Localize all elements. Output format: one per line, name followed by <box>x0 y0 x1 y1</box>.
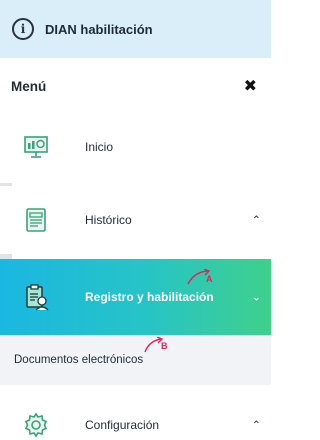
top-bar: i DIAN habilitación <box>0 0 271 58</box>
nav-item-configuracion[interactable]: Configuración ⌃ <box>0 397 271 440</box>
nav-item-label: Configuración <box>85 418 160 432</box>
menu-header: Menú ✖ <box>0 58 271 115</box>
chevron-down-icon: ⌄ <box>251 291 261 304</box>
dashboard-monitor-icon <box>22 133 50 161</box>
close-icon[interactable]: ✖ <box>244 78 257 95</box>
menu-title: Menú <box>11 79 47 94</box>
info-icon: i <box>12 18 34 40</box>
app-title: DIAN habilitación <box>45 21 153 37</box>
annotation-label-b: B <box>161 341 168 351</box>
chevron-up-icon: ⌃ <box>251 214 261 227</box>
nav-item-label: Histórico <box>85 213 132 227</box>
nav-item-label: Inicio <box>85 139 114 154</box>
document-list-icon <box>22 206 50 234</box>
chevron-up-icon: ⌃ <box>251 419 261 432</box>
nav-item-registro-habilitacion[interactable]: Registro y habilitación ⌄ <box>0 259 271 335</box>
clipboard-register-icon <box>22 283 50 311</box>
nav-item-historico[interactable]: Histórico ⌃ <box>0 186 271 254</box>
nav-item-inicio[interactable]: Inicio <box>0 115 271 178</box>
gear-icon <box>22 411 50 439</box>
nav-item-label: Registro y habilitación <box>85 290 214 304</box>
annotation-label-a: A <box>206 274 213 284</box>
subitem-documentos-electronicos[interactable]: Documentos electrónicos <box>0 335 271 385</box>
